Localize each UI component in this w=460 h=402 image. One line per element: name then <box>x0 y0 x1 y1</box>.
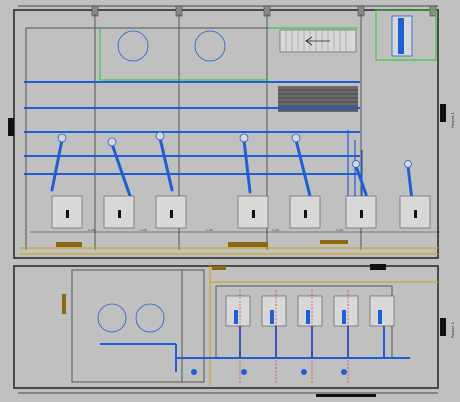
dimension-label: 1.20 <box>140 228 147 232</box>
pump-icon <box>241 369 247 375</box>
pump-icon <box>341 369 347 375</box>
dimension-label: 1.20 <box>336 228 343 232</box>
legend-equipment <box>391 15 413 57</box>
upper-equipment-boxes <box>51 195 431 229</box>
section-label-1: Разрез 1 <box>451 112 455 128</box>
pump-icon <box>301 369 307 375</box>
pump-icon <box>191 369 197 375</box>
section-label-2: Разрез 2 <box>451 322 455 338</box>
stair-block <box>279 29 357 53</box>
engineering-drawing: 1.20 1.20 1.20 1.20 1.20 Разрез 1 Разрез… <box>0 0 460 402</box>
dimension-label: 1.20 <box>206 228 213 232</box>
dimension-label: 1.20 <box>272 228 279 232</box>
dimension-label: 1.20 <box>88 228 95 232</box>
